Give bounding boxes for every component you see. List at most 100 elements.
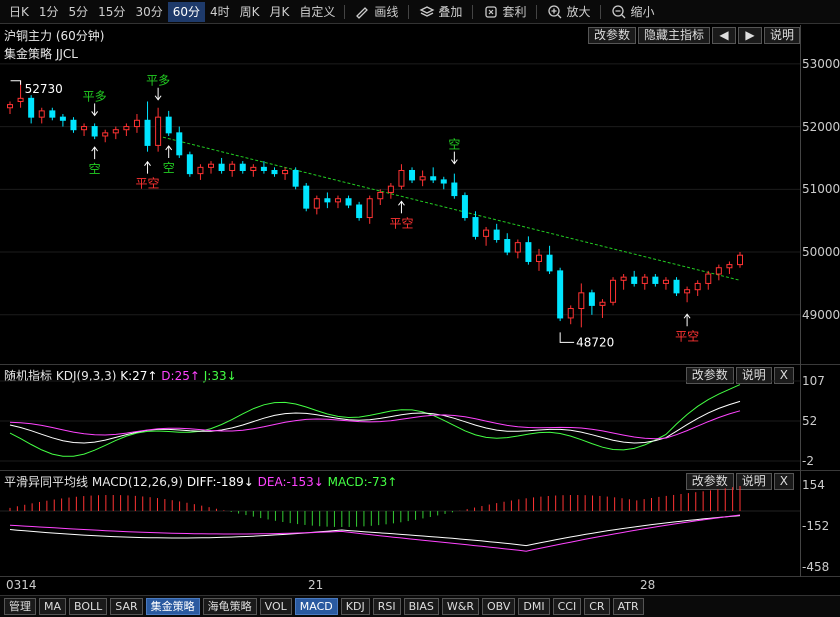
signal-label: 平多 <box>83 89 107 103</box>
candle <box>430 167 437 184</box>
tab-0[interactable]: 管理 <box>4 598 36 615</box>
kdj-panel: 随机指标 KDJ(9,3,3) K:27↑ D:25↑ J:33↓ 改参数 说明… <box>0 365 840 471</box>
tab-1[interactable]: MA <box>39 598 67 615</box>
candle <box>546 245 553 275</box>
period-6[interactable]: 4时 <box>205 2 235 22</box>
candle <box>303 183 310 212</box>
tab-15[interactable]: CR <box>584 598 610 615</box>
period-8[interactable]: 月K <box>265 2 295 22</box>
candle-body <box>705 273 712 284</box>
candle <box>165 110 172 136</box>
kdj-axis-line <box>800 365 801 471</box>
candlestick-chart[interactable]: 5273048720平多空平多平空空平空空平空 <box>0 25 800 365</box>
low-label: 48720 <box>576 335 614 349</box>
candle-body <box>737 254 743 266</box>
toolbar-divider <box>472 4 474 19</box>
candle-body <box>694 282 701 291</box>
period-2[interactable]: 5分 <box>64 2 94 22</box>
candle <box>49 107 56 121</box>
candle-body <box>599 301 606 306</box>
candle <box>694 280 701 296</box>
candle <box>91 123 98 140</box>
period-9[interactable]: 自定义 <box>294 2 340 22</box>
candle <box>70 117 77 133</box>
candle <box>28 95 35 124</box>
tab-5[interactable]: 海龟策略 <box>202 598 257 615</box>
tool-0-button[interactable]: 画线 <box>349 2 404 22</box>
tab-7[interactable]: MACD <box>294 598 338 615</box>
candle-body <box>260 166 267 171</box>
candle-body <box>176 132 183 156</box>
candle-body <box>578 292 585 310</box>
candle-body <box>673 279 680 294</box>
candle-body <box>504 239 511 253</box>
candle <box>356 201 363 221</box>
tool-2-button[interactable]: 套利 <box>477 2 532 22</box>
period-3[interactable]: 15分 <box>93 2 130 22</box>
candle <box>186 151 193 177</box>
signal-label: 平空 <box>675 329 699 343</box>
signal-marker: 空 <box>89 146 101 176</box>
period-1[interactable]: 1分 <box>34 2 64 22</box>
period-4[interactable]: 30分 <box>130 2 167 22</box>
price-axis-label: 50000 <box>802 245 840 260</box>
candle <box>461 192 468 221</box>
candle-body <box>292 169 299 187</box>
signal-label: 空 <box>163 161 175 175</box>
tab-3[interactable]: SAR <box>110 598 143 615</box>
signal-marker: 空 <box>448 138 460 165</box>
indicator-axis-label: 52 <box>802 414 818 428</box>
candle <box>292 167 299 190</box>
candle-body <box>165 116 172 134</box>
candle <box>229 161 236 177</box>
candle <box>366 195 373 224</box>
signal-marker: 平多 <box>83 89 107 117</box>
signal-marker: 平空 <box>675 313 699 343</box>
tool-4-button[interactable]: 缩小 <box>605 2 660 22</box>
tab-2[interactable]: BOLL <box>69 598 108 615</box>
candle-body <box>250 166 257 171</box>
candle <box>271 167 278 177</box>
tab-9[interactable]: RSI <box>372 598 401 615</box>
candle <box>197 164 204 180</box>
tab-14[interactable]: CCI <box>552 598 582 615</box>
signal-label: 空 <box>89 162 101 176</box>
candle-body <box>652 276 659 284</box>
candle-body <box>239 163 246 171</box>
tab-12[interactable]: OBV <box>482 598 516 615</box>
period-0[interactable]: 日K <box>4 2 34 22</box>
candle-body <box>144 119 151 146</box>
candle-body <box>208 163 215 168</box>
candle-body <box>81 126 88 131</box>
tool-3-button[interactable]: 放大 <box>541 2 596 22</box>
tab-10[interactable]: BIAS <box>403 598 439 615</box>
candle-body <box>112 129 119 134</box>
kdj-j-line <box>9 384 741 457</box>
tab-4[interactable]: 集金策略 <box>145 598 200 615</box>
candle <box>208 161 215 174</box>
layers-icon <box>419 5 435 17</box>
period-5[interactable]: 60分 <box>167 1 205 22</box>
price-panel: 沪铜主力 (60分钟) 集金策略 JJCL 改参数 隐藏主指标 ◀ ▶ 说明 5… <box>0 25 840 365</box>
tab-6[interactable]: VOL <box>259 598 292 615</box>
price-axis-label: 49000 <box>802 307 840 322</box>
candle-body <box>662 279 669 284</box>
candle <box>409 167 416 184</box>
period-7[interactable]: 周K <box>235 2 265 22</box>
tab-11[interactable]: W&R <box>441 598 479 615</box>
candle-body <box>155 116 162 146</box>
candle-body <box>303 185 310 209</box>
tab-16[interactable]: ATR <box>612 598 644 615</box>
tab-13[interactable]: DMI <box>518 598 550 615</box>
signal-label: 空 <box>448 138 460 152</box>
toolbar-divider <box>600 4 602 19</box>
tool-1-button[interactable]: 叠加 <box>413 2 468 22</box>
kdj-chart[interactable] <box>0 365 800 471</box>
candle-body <box>229 163 236 171</box>
candle-body <box>313 198 320 209</box>
tab-8[interactable]: KDJ <box>340 598 370 615</box>
macd-chart[interactable] <box>0 471 800 577</box>
low-marker-line <box>559 332 575 343</box>
candle-body <box>684 289 691 294</box>
candle <box>567 305 574 325</box>
